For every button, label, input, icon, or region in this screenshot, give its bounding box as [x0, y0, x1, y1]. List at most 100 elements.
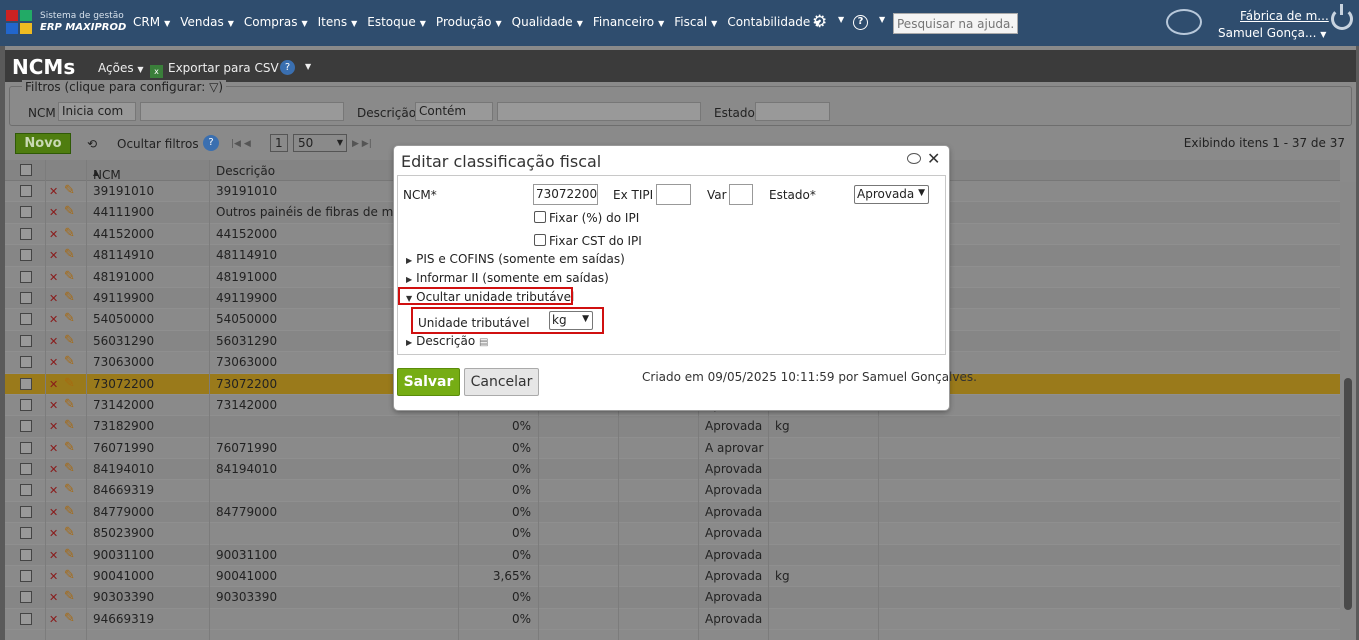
- table-row[interactable]: ✕ ✎ 84779000 84779000 0% Aprovada: [5, 501, 1340, 524]
- estado-filter-select[interactable]: [755, 102, 830, 121]
- company-link[interactable]: Fábrica de m...: [1240, 9, 1329, 23]
- informar-ii-toggle[interactable]: ▶ Informar II (somente em saídas): [406, 271, 609, 285]
- edit-pencil-icon[interactable]: ✎: [64, 461, 75, 476]
- delete-icon[interactable]: ✕: [49, 570, 58, 583]
- table-row[interactable]: ✕ ✎ 76071990 76071990 0% A aprovar: [5, 438, 1340, 460]
- nav-item-0[interactable]: CRM ▼: [128, 15, 175, 29]
- delete-icon[interactable]: ✕: [49, 399, 58, 412]
- close-icon[interactable]: ✕: [927, 149, 940, 168]
- ncm-filter-input[interactable]: [140, 102, 344, 121]
- estado-select[interactable]: Aprovada ▼: [854, 185, 929, 204]
- row-checkbox[interactable]: [20, 612, 32, 625]
- edit-pencil-icon[interactable]: ✎: [64, 269, 75, 284]
- delete-icon[interactable]: ✕: [49, 506, 58, 519]
- chevron-down-icon[interactable]: ▼: [305, 62, 311, 71]
- row-checkbox[interactable]: [20, 185, 32, 197]
- edit-pencil-icon[interactable]: ✎: [64, 183, 75, 198]
- nav-item-2[interactable]: Compras ▼: [239, 15, 313, 29]
- desc-operator-select[interactable]: Contém: [415, 102, 493, 121]
- edit-pencil-icon[interactable]: ✎: [64, 589, 75, 604]
- nav-item-1[interactable]: Vendas ▼: [175, 15, 239, 29]
- gear-icon[interactable]: ⚙: [812, 12, 827, 32]
- help-icon[interactable]: ?: [853, 15, 868, 30]
- pager-first-icon[interactable]: |◀ ◀: [231, 139, 251, 149]
- table-row[interactable]: ✕ ✎ 90031100 90031100 0% Aprovada: [5, 544, 1340, 567]
- delete-icon[interactable]: ✕: [49, 613, 58, 626]
- edit-pencil-icon[interactable]: ✎: [64, 290, 75, 305]
- delete-icon[interactable]: ✕: [49, 292, 58, 305]
- row-checkbox[interactable]: [20, 291, 32, 304]
- cancel-button[interactable]: Cancelar: [464, 368, 539, 396]
- novo-button[interactable]: Novo: [15, 133, 71, 154]
- filters-legend[interactable]: Filtros (clique para configurar: ▽): [22, 80, 227, 94]
- fixar-ipi-checkbox[interactable]: [534, 211, 546, 223]
- ncm-input[interactable]: 73072200: [533, 184, 598, 205]
- row-checkbox[interactable]: [20, 527, 32, 540]
- table-row[interactable]: ✕ ✎ 85023900 0% Aprovada: [5, 523, 1340, 545]
- nav-item-5[interactable]: Produção ▼: [431, 15, 507, 29]
- edit-pencil-icon[interactable]: ✎: [64, 525, 75, 540]
- table-row[interactable]: ✕ ✎ 90303390 90303390 0% Aprovada: [5, 587, 1340, 609]
- pager-next-icon[interactable]: ▶ ▶|: [352, 139, 372, 149]
- edit-pencil-icon[interactable]: ✎: [64, 418, 75, 433]
- edit-pencil-icon[interactable]: ✎: [64, 354, 75, 369]
- delete-icon[interactable]: ✕: [49, 249, 58, 262]
- delete-icon[interactable]: ✕: [49, 335, 58, 348]
- edit-pencil-icon[interactable]: ✎: [64, 440, 75, 455]
- chat-icon[interactable]: [1166, 9, 1202, 35]
- row-checkbox[interactable]: [20, 377, 32, 390]
- row-checkbox[interactable]: [20, 334, 32, 347]
- table-row[interactable]: ✕ ✎ 73182900 0% Aprovada kg: [5, 416, 1340, 438]
- pager-page-input[interactable]: 1: [270, 134, 288, 152]
- delete-icon[interactable]: ✕: [49, 206, 58, 219]
- edit-pencil-icon[interactable]: ✎: [64, 204, 75, 219]
- comment-icon[interactable]: [907, 153, 921, 164]
- row-checkbox[interactable]: [20, 398, 32, 411]
- scrollbar-thumb[interactable]: [1344, 378, 1352, 610]
- export-csv-button[interactable]: x Exportar para CSV: [150, 61, 279, 78]
- desc-filter-input[interactable]: [497, 102, 701, 121]
- nav-item-8[interactable]: Fiscal ▼: [669, 15, 722, 29]
- acoes-menu[interactable]: Ações ▼: [98, 61, 144, 75]
- descricao-toggle[interactable]: ▶ Descrição ▤: [406, 334, 488, 348]
- pis-cofins-toggle[interactable]: ▶ PIS e COFINS (somente em saídas): [406, 252, 625, 266]
- table-row[interactable]: ✕ ✎ 84669319 0% Aprovada: [5, 480, 1340, 502]
- row-checkbox[interactable]: [20, 505, 32, 518]
- row-checkbox[interactable]: [20, 570, 32, 583]
- nav-item-3[interactable]: Itens ▼: [313, 15, 363, 29]
- row-checkbox[interactable]: [20, 227, 32, 240]
- delete-icon[interactable]: ✕: [49, 591, 58, 604]
- filter-icon[interactable]: ▽: [209, 80, 218, 94]
- table-row[interactable]: ✕ ✎ 84194010 84194010 0% Aprovada: [5, 459, 1340, 481]
- delete-icon[interactable]: ✕: [49, 463, 58, 476]
- help-icon[interactable]: ?: [280, 60, 295, 75]
- delete-icon[interactable]: ✕: [49, 378, 58, 391]
- edit-pencil-icon[interactable]: ✎: [64, 482, 75, 497]
- edit-pencil-icon[interactable]: ✎: [64, 504, 75, 519]
- column-header-descricao[interactable]: Descrição: [216, 164, 275, 178]
- var-input[interactable]: [729, 184, 753, 205]
- table-row[interactable]: ✕ ✎ 94669319 0% Aprovada: [5, 609, 1340, 631]
- row-checkbox[interactable]: [20, 420, 32, 433]
- edit-pencil-icon[interactable]: ✎: [64, 247, 75, 262]
- delete-icon[interactable]: ✕: [49, 549, 58, 562]
- row-checkbox[interactable]: [20, 270, 32, 283]
- power-icon[interactable]: [1331, 4, 1353, 30]
- row-checkbox[interactable]: [20, 463, 32, 476]
- edit-pencil-icon[interactable]: ✎: [64, 376, 75, 391]
- help-icon[interactable]: ?: [203, 135, 219, 151]
- edit-pencil-icon[interactable]: ✎: [64, 311, 75, 326]
- delete-icon[interactable]: ✕: [49, 185, 58, 198]
- fixar-cst-checkbox[interactable]: [534, 234, 546, 246]
- save-button[interactable]: Salvar: [397, 368, 460, 396]
- chevron-down-icon[interactable]: ▼: [838, 15, 844, 24]
- delete-icon[interactable]: ✕: [49, 313, 58, 326]
- table-row[interactable]: ✕ ✎ 90041000 90041000 3,65% Aprovada kg: [5, 566, 1340, 588]
- nav-item-9[interactable]: Contabilidade ▼: [722, 15, 825, 29]
- maxiprod-logo-icon[interactable]: [6, 10, 34, 34]
- delete-icon[interactable]: ✕: [49, 420, 58, 433]
- edit-pencil-icon[interactable]: ✎: [64, 333, 75, 348]
- row-checkbox[interactable]: [20, 441, 32, 454]
- refresh-icon[interactable]: ⟲: [87, 137, 97, 151]
- edit-pencil-icon[interactable]: ✎: [64, 611, 75, 626]
